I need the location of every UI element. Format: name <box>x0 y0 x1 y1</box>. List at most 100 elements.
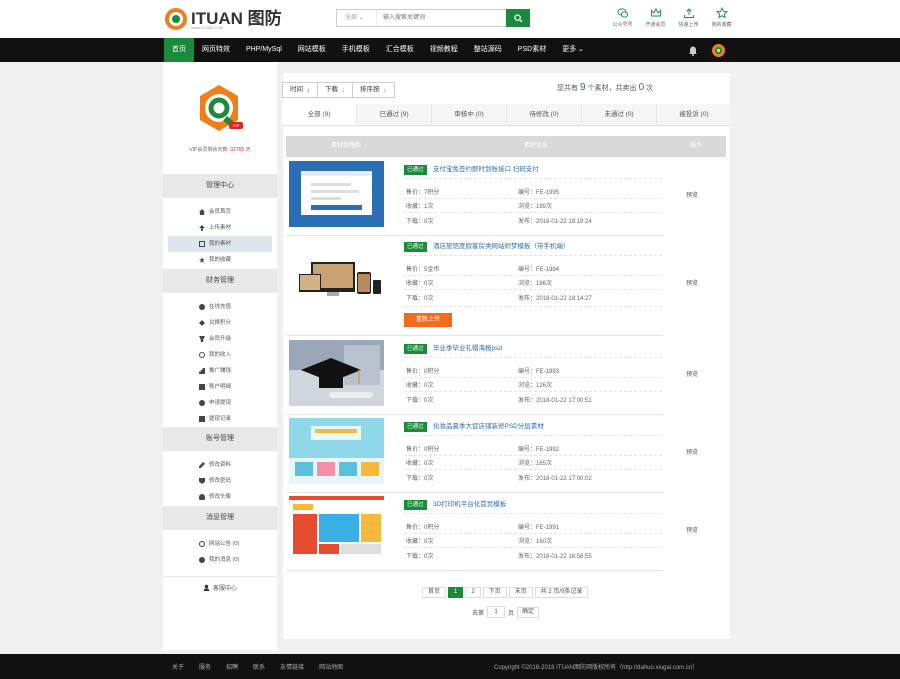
customer-service-link[interactable]: 客服中心 <box>163 576 277 592</box>
sidebar-item-change-password[interactable]: 修改密码 <box>163 473 277 489</box>
nav-item-mobile-templates[interactable]: 手机模板 <box>334 38 378 62</box>
material-title-link[interactable]: 支付宝免签约即时到账接口 扫码支付 <box>433 165 539 175</box>
preview-link[interactable]: 预览 <box>686 190 698 199</box>
sort-by-time-button[interactable]: 时间 ↓ <box>282 82 317 98</box>
sort-label: 下载 <box>325 86 338 93</box>
sidebar-item-recharge[interactable]: 在线充值 <box>163 299 277 315</box>
page-first[interactable]: 首页 <box>422 587 447 598</box>
page-2[interactable]: 2 <box>465 587 481 598</box>
header-link-wechat[interactable]: 公众号号 <box>606 7 639 28</box>
sidebar-item-withdraw-record[interactable]: 提现记录 <box>163 411 277 427</box>
search-type-select[interactable]: 全部 ⌄ <box>337 10 377 26</box>
row-divider <box>404 306 662 307</box>
preview-link[interactable]: 预览 <box>686 525 698 534</box>
sidebar-item-account-detail[interactable]: 账户明细 <box>163 379 277 395</box>
sidebar-item-home[interactable]: 会员首页 <box>163 204 277 220</box>
header-link-label: 我的收藏 <box>711 22 732 28</box>
material-thumbnail[interactable] <box>289 340 384 406</box>
tab-reviewing[interactable]: 审核中 (0) <box>432 104 507 125</box>
material-thumbnail[interactable] <box>289 248 384 314</box>
site-logo[interactable]: ITUAN 图防 www.ITUAN.COM <box>165 7 282 31</box>
page-last[interactable]: 末页 <box>508 587 533 598</box>
nav-item-home[interactable]: 首页 <box>164 38 194 62</box>
sidebar-item-edit-profile[interactable]: 修改资料 <box>163 457 277 473</box>
material-thumbnail[interactable] <box>289 496 384 562</box>
reupload-button[interactable]: 重新上传 <box>404 313 452 327</box>
sort-by-order-button[interactable]: 排序按 ↓ <box>352 82 395 98</box>
tab-complained[interactable]: 被投诉 (0) <box>657 104 731 125</box>
material-title-link[interactable]: 毕业季毕业礼帽海报psd <box>433 344 502 354</box>
footer-link-sitemap[interactable]: 网站地图 <box>319 662 343 671</box>
sidebar-item-upload[interactable]: 上传素材 <box>163 220 277 236</box>
sort-label: 排序按 <box>360 86 380 93</box>
search-input[interactable] <box>377 10 506 26</box>
sidebar-item-my-messages[interactable]: 我的消息 (0) <box>163 552 277 568</box>
row-divider <box>404 435 662 436</box>
user-avatar[interactable] <box>712 44 725 57</box>
header-link-upload[interactable]: 快速上传 <box>672 7 705 28</box>
tab-rejected[interactable]: 未通过 (0) <box>582 104 657 125</box>
sidebar-item-exchange[interactable]: 兑换积分 <box>163 315 277 331</box>
footer-link-jobs[interactable]: 招聘 <box>226 662 238 671</box>
material-price: 售价：0积分 <box>406 525 440 531</box>
search-button[interactable] <box>506 9 530 27</box>
row-divider <box>404 178 662 179</box>
tab-pending-edit[interactable]: 待修改 (0) <box>507 104 582 125</box>
chevron-down-icon: ⌄ <box>578 46 585 53</box>
nav-item-combined-templates[interactable]: 汇合模板 <box>378 38 422 62</box>
chevron-down-icon: ⌄ <box>358 15 364 21</box>
sidebar-item-withdraw[interactable]: 申请提现 <box>163 395 277 411</box>
nav-item-effects[interactable]: 网页特效 <box>194 38 238 62</box>
sort-by-downloads-button[interactable]: 下载 ↓ <box>317 82 352 98</box>
material-favorites: 收藏：0次 <box>406 383 434 389</box>
sort-bar: 时间 ↓ 下载 ↓ 排序按 ↓ <box>282 82 395 98</box>
goto-page-input[interactable]: 1 <box>487 606 506 618</box>
tab-all[interactable]: 全部 (9) <box>282 104 357 125</box>
vip-label: VIP会员剩余天数: <box>189 147 229 153</box>
trophy-icon <box>199 336 205 342</box>
nav-item-source[interactable]: 整站源码 <box>466 38 510 62</box>
nav-item-psd[interactable]: PSD素材 <box>510 38 554 62</box>
material-thumbnail[interactable] <box>289 161 384 227</box>
material-code: 编号：FE-1992 <box>518 447 560 453</box>
column-header-thumbnail: 素材缩略图 <box>330 143 361 149</box>
material-title-link[interactable]: 化妆品夏季大促店铺装修PSD分层素材 <box>433 422 544 432</box>
table-row: 已通过 酒店旅馆度假客房类网站织梦模板（带手机端） 售价：5金币 编号：FE-1… <box>286 236 726 336</box>
nav-item-video[interactable]: 视频教程 <box>422 38 466 62</box>
material-code: 编号：FE-1995 <box>518 190 560 196</box>
material-title-link[interactable]: 酒店旅馆度假客房类网站织梦模板（带手机端） <box>433 242 570 252</box>
row-divider <box>404 289 662 290</box>
material-code: 编号：FE-1991 <box>518 525 560 531</box>
preview-link[interactable]: 预览 <box>686 278 698 287</box>
sidebar-item-income[interactable]: 我的收入 <box>163 347 277 363</box>
nav-item-more[interactable]: 更多 ⌄ <box>554 38 592 62</box>
page-next[interactable]: 下页 <box>482 587 507 598</box>
customer-service-label: 客服中心 <box>212 586 237 592</box>
row-divider <box>404 212 662 213</box>
footer-link-about[interactable]: 关于 <box>172 662 184 671</box>
preview-link[interactable]: 预览 <box>686 369 698 378</box>
material-title-link[interactable]: 3D打印机平台化首页模板 <box>433 500 506 510</box>
nav-item-php[interactable]: PHP/MySql <box>238 38 290 62</box>
material-views: 浏览：126次 <box>518 383 553 389</box>
preview-link[interactable]: 预览 <box>686 447 698 456</box>
header-link-favorites[interactable]: 我的收藏 <box>705 7 738 28</box>
sidebar-item-change-avatar[interactable]: 修改头像 <box>163 489 277 505</box>
sidebar-item-upgrade[interactable]: 会员升级 <box>163 331 277 347</box>
sidebar-item-promote[interactable]: 推广赚钱 <box>163 363 277 379</box>
header-link-vip[interactable]: 开通会员 <box>639 7 672 28</box>
material-thumbnail[interactable] <box>289 418 384 484</box>
page-1[interactable]: 1 <box>448 587 464 598</box>
sidebar-item-my-materials[interactable]: 我的素材 <box>168 236 272 252</box>
nav-item-web-templates[interactable]: 网站模板 <box>290 38 334 62</box>
sidebar-item-favorites[interactable]: 我的收藏 <box>163 252 277 268</box>
footer-link-service[interactable]: 服务 <box>199 662 211 671</box>
tab-approved[interactable]: 已通过 (9) <box>357 104 432 125</box>
footer-link-contact[interactable]: 联系 <box>253 662 265 671</box>
footer-link-friends[interactable]: 友情链接 <box>280 662 304 671</box>
sidebar-item-announcements[interactable]: 网站公告 (0) <box>163 536 277 552</box>
status-tabs: 全部 (9) 已通过 (9) 审核中 (0) 待修改 (0) 未通过 (0) 被… <box>282 104 731 126</box>
goto-confirm-button[interactable]: 确定 <box>517 606 540 618</box>
bell-icon[interactable] <box>688 45 698 56</box>
sidebar-item-label: 会员升级 <box>209 336 232 342</box>
